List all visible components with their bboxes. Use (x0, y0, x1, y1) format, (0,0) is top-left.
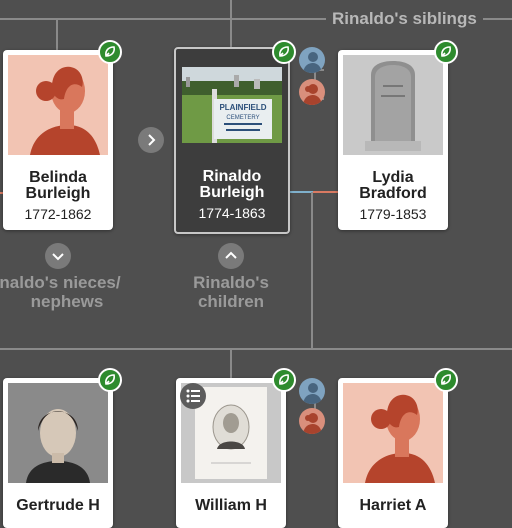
spouse-connector-female (313, 191, 338, 193)
nieces-nephews-label[interactable]: naldo's nieces/ nephews (0, 273, 130, 311)
female-silhouette-icon (343, 383, 443, 483)
person-name: Rinaldo Burleigh (199, 168, 265, 201)
portrait-photo (8, 383, 108, 483)
children-label[interactable]: Rinaldo's children (171, 273, 291, 311)
siblings-drop-left (56, 18, 58, 50)
chevron-right-icon[interactable] (138, 127, 164, 153)
children-drop (311, 192, 313, 349)
leaf-hint-icon[interactable] (434, 368, 458, 392)
person-card-belinda[interactable]: Belinda Burleigh 1772-1862 (3, 50, 113, 230)
person-card-rinaldo[interactable]: PLAINFIELD CEMETERY Rinaldo Burleigh 1774… (174, 47, 290, 234)
sign-text-1: PLAINFIELD (219, 103, 266, 112)
person-card-gertrude[interactable]: Gertrude H (3, 378, 113, 528)
female-silhouette-icon (8, 55, 108, 155)
cemetery-sign-photo: PLAINFIELD CEMETERY (182, 67, 282, 143)
child-drop-center (230, 348, 232, 380)
person-dates: 1779-1853 (359, 206, 427, 222)
person-name: Belinda Burleigh (25, 169, 91, 202)
siblings-label: Rinaldo's siblings (326, 9, 483, 29)
sign-text-2: CEMETERY (226, 115, 259, 121)
female-avatar-icon[interactable] (299, 79, 325, 105)
spouse-connector-male (288, 191, 313, 193)
male-avatar-icon[interactable] (299, 47, 325, 73)
chevron-down-icon[interactable] (45, 243, 71, 269)
list-icon[interactable] (180, 383, 206, 409)
person-card-lydia[interactable]: Lydia Bradford 1779-1853 (338, 50, 448, 230)
siblings-drop-center (230, 0, 232, 48)
female-avatar-icon[interactable] (299, 408, 325, 434)
person-name: Lydia Bradford (359, 169, 427, 202)
leaf-hint-icon[interactable] (434, 40, 458, 64)
person-dates: 1774-1863 (198, 205, 266, 221)
gravestone-photo (343, 55, 443, 155)
chevron-up-icon[interactable] (218, 243, 244, 269)
leaf-hint-icon[interactable] (98, 40, 122, 64)
person-card-harriet[interactable]: Harriet A (338, 378, 448, 528)
male-avatar-icon[interactable] (299, 378, 325, 404)
leaf-hint-icon[interactable] (98, 368, 122, 392)
leaf-hint-icon[interactable] (272, 368, 296, 392)
person-dates: 1772-1862 (24, 206, 92, 222)
leaf-hint-icon[interactable] (272, 40, 296, 64)
children-connector (0, 348, 512, 350)
